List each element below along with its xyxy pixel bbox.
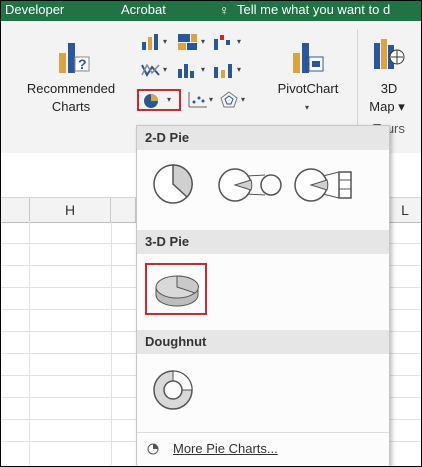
svg-text:?: ? [78,56,87,72]
pivotchart-label: PivotChart [277,81,339,96]
chevron-down-icon[interactable]: ▾ [237,65,241,74]
tab-acrobat[interactable]: Acrobat [121,2,166,17]
3d-map-label-1: 3D [380,81,398,96]
recommended-label-2: Charts [51,99,91,114]
ribbon-tab-bar: Developer Acrobat ♀ Tell me what you wan… [1,1,421,21]
chevron-down-icon[interactable]: ▾ [237,37,241,46]
bar-of-pie-option-icon[interactable] [293,166,359,204]
pie-chart-dropdown: 2-D Pie 3-D Pie Doughnut More Pie Charts… [136,125,390,466]
chevron-down-icon[interactable]: ▾ [209,95,213,104]
3d-map-label-2: Map ▾ [369,99,405,114]
chevron-down-icon: ▾ [305,103,310,112]
line-chart-icon[interactable] [141,61,161,79]
section-3d-pie: 3-D Pie [137,230,389,254]
scatter-chart-icon[interactable] [187,91,209,109]
recommended-charts-button[interactable]: ? Recommended Charts [7,25,135,145]
pie-chart-icon [144,94,158,108]
chevron-down-icon[interactable]: ▾ [163,65,167,74]
section-doughnut: Doughnut [137,330,389,354]
tell-me-search[interactable]: Tell me what you want to d [237,2,390,17]
3d-pie-icon [155,275,199,307]
pie-option-icon[interactable] [151,162,195,206]
pie-small-icon [147,443,159,455]
excel-window: Developer Acrobat ♀ Tell me what you wan… [0,0,422,467]
column-header-l[interactable]: L [389,198,421,222]
radar-chart-icon[interactable] [219,91,239,109]
3d-pie-option[interactable] [145,263,207,315]
chevron-down-icon[interactable]: ▾ [201,37,205,46]
column-header[interactable] [111,198,136,222]
chevron-down-icon[interactable]: ▾ [241,95,245,104]
insert-pie-chart-button[interactable]: ▾ [137,89,181,111]
section-2d-pie: 2-D Pie [137,126,389,150]
3d-map-icon [374,39,405,69]
recommended-label-1: Recommended [26,81,116,96]
waterfall-chart-icon[interactable] [213,33,235,51]
lightbulb-icon: ♀ [219,2,230,18]
statistic-chart-icon[interactable] [177,61,199,79]
more-pie-charts-link[interactable]: More Pie Charts... [137,432,389,465]
chevron-down-icon[interactable]: ▾ [163,37,167,46]
chevron-down-icon: ▾ [167,95,172,104]
more-pie-charts-label: More Pie Charts... [173,441,278,456]
doughnut-option-icon[interactable] [151,368,195,412]
gridline [29,221,30,466]
pivotchart-icon [293,43,324,73]
row-header-corner [1,198,30,222]
pie-of-pie-option-icon[interactable] [217,166,283,204]
gridline [111,221,112,466]
tab-developer[interactable]: Developer [5,2,64,17]
column-chart-icon[interactable] [141,33,161,51]
column-header-h[interactable]: H [30,198,111,222]
combo-chart-icon[interactable] [213,61,235,79]
hierarchy-chart-icon[interactable] [177,33,199,51]
chevron-down-icon[interactable]: ▾ [201,65,205,74]
recommended-charts-icon: ? [59,43,90,73]
